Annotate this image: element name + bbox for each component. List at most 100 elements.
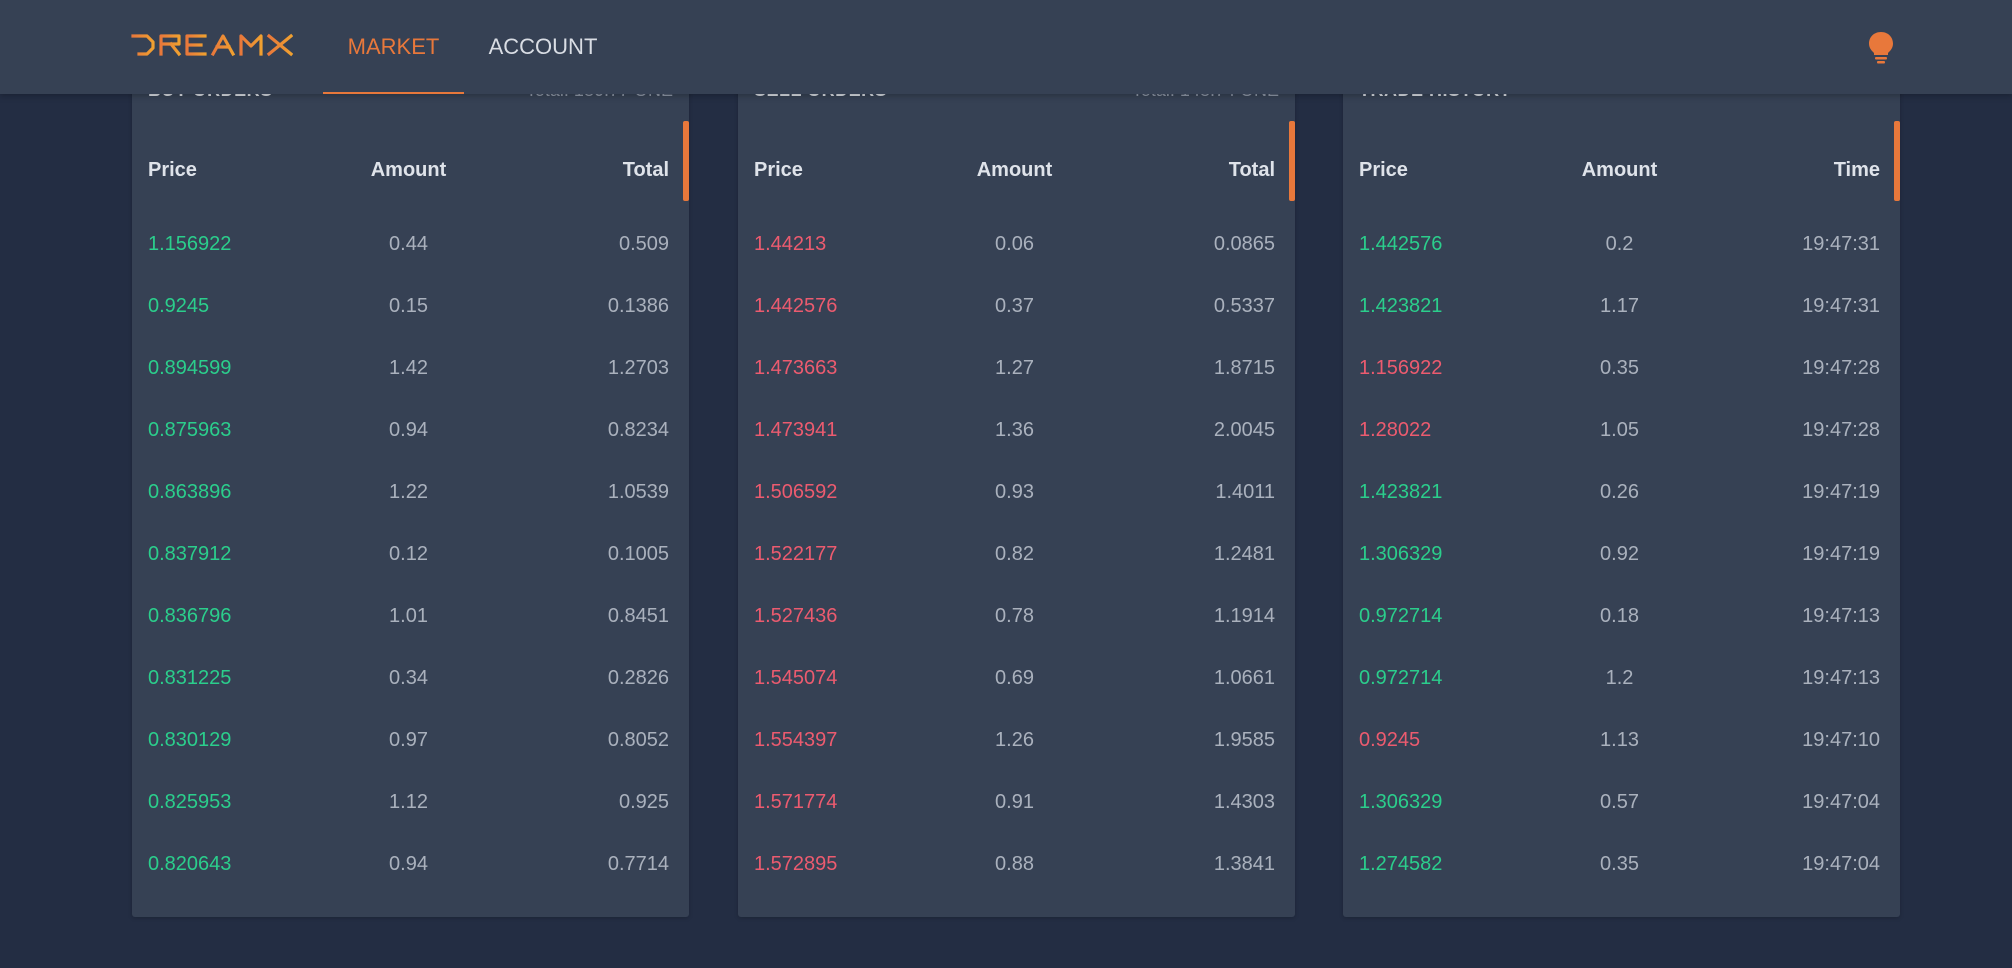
table-row[interactable]: 1.442576 0.37 0.5337: [754, 275, 1275, 337]
table-row[interactable]: 1.527436 0.78 1.1914: [754, 585, 1275, 647]
amount-cell: 0.94: [389, 418, 428, 441]
total-cell: 0.7714: [607, 852, 670, 875]
table-row[interactable]: 0.825953 1.12 0.925: [148, 771, 669, 833]
table-row[interactable]: 0.831225 0.34 0.2826: [148, 647, 669, 709]
lightbulb-icon[interactable]: [1866, 30, 1896, 64]
amount-cell: 1.27: [995, 356, 1034, 379]
price-cell: 0.831225: [148, 666, 232, 689]
total-cell: 0.8234: [607, 418, 670, 441]
table-row[interactable]: 1.423821 1.17 19:47:31: [1359, 275, 1880, 337]
total-cell: 0.925: [618, 790, 670, 813]
price-cell: 1.442576: [754, 294, 838, 317]
table-header: Price Amount Total: [148, 140, 669, 200]
table-row[interactable]: 1.274582 0.35 19:47:04: [1359, 833, 1880, 895]
scrollbar-thumb[interactable]: [1894, 121, 1900, 201]
column-header-amount: Amount: [1581, 158, 1658, 181]
price-cell: 1.571774: [754, 790, 838, 813]
table-row[interactable]: 0.830129 0.97 0.8052: [148, 709, 669, 771]
total-cell: 1.8279: [1101, 915, 1275, 918]
price-cell: 1.522177: [754, 542, 838, 565]
table-row[interactable]: 1.156922 0.44 0.509: [148, 213, 669, 275]
price-cell: 0.972714: [1359, 604, 1443, 627]
total-cell: 0.1005: [607, 542, 670, 565]
table-row[interactable]: 0.875963 0.94 0.8234: [148, 399, 669, 461]
table-row[interactable]: 0.863896 1.22 1.0539: [148, 461, 669, 523]
table-row[interactable]: 1.522177 0.82 1.2481: [754, 523, 1275, 585]
price-cell: 1.473941: [754, 418, 838, 441]
total-cell: 1.0661: [1213, 666, 1276, 689]
table-row[interactable]: 1.506592 0.93 1.4011: [754, 461, 1275, 523]
table-row[interactable]: 1.5757961.161.8279: [754, 895, 1275, 918]
table-row[interactable]: 0.820643 0.94 0.7714: [148, 833, 669, 895]
amount-cell: 0.12: [389, 542, 428, 565]
amount-cell: 0.2: [1605, 232, 1634, 255]
table-row[interactable]: 1.473663 1.27 1.8715: [754, 337, 1275, 399]
nav-market[interactable]: MARKET: [323, 0, 464, 94]
price-cell: 0.836796: [148, 604, 232, 627]
amount-cell: 1.05: [1600, 418, 1639, 441]
price-cell: 0.972714: [1359, 666, 1443, 689]
amount-cell: 0.94: [389, 852, 428, 875]
column-header-time: Time: [1833, 158, 1881, 181]
column-header-price: Price: [148, 158, 197, 181]
table-header: Price Amount Time: [1359, 140, 1880, 200]
amount-cell: 0.78: [995, 604, 1034, 627]
price-cell: 1.156922: [148, 232, 232, 255]
table-row[interactable]: 1.571774 0.91 1.4303: [754, 771, 1275, 833]
price-cell: 1.545074: [754, 666, 838, 689]
table-row[interactable]: 1.0550180.2619:47:04: [1359, 895, 1880, 918]
price-cell: 1.28022: [1359, 418, 1432, 441]
table-row[interactable]: 1.28022 1.05 19:47:28: [1359, 399, 1880, 461]
total-cell: 1.0539: [607, 480, 670, 503]
table-row[interactable]: 1.554397 1.26 1.9585: [754, 709, 1275, 771]
total-cell: 1.9585: [1213, 728, 1276, 751]
table-row[interactable]: 1.442576 0.2 19:47:31: [1359, 213, 1880, 275]
amount-cell: 1.42: [389, 356, 428, 379]
amount-cell: 0.82: [995, 542, 1034, 565]
total-cell: 0.1386: [607, 294, 670, 317]
dreamx-logo[interactable]: [131, 33, 293, 57]
table-row[interactable]: 1.44213 0.06 0.0865: [754, 213, 1275, 275]
table-row[interactable]: 0.9245 1.13 19:47:10: [1359, 709, 1880, 771]
amount-cell: 0.37: [995, 294, 1034, 317]
price-cell: 0.830129: [148, 728, 232, 751]
table-row[interactable]: 0.972714 0.18 19:47:13: [1359, 585, 1880, 647]
table-row[interactable]: 1.306329 0.57 19:47:04: [1359, 771, 1880, 833]
price-cell: 1.575796: [754, 915, 928, 918]
table-row[interactable]: 1.306329 0.92 19:47:19: [1359, 523, 1880, 585]
total-cell: 2.0045: [1213, 418, 1276, 441]
table-row[interactable]: 0.894599 1.42 1.2703: [148, 337, 669, 399]
scrollbar-thumb[interactable]: [683, 121, 689, 201]
time-cell: 19:47:28: [1802, 356, 1881, 379]
price-cell: 0.875963: [148, 418, 232, 441]
amount-cell: 1.26: [995, 728, 1034, 751]
nav-account[interactable]: ACCOUNT: [474, 0, 612, 94]
active-tab-indicator: [323, 92, 464, 94]
sell-orders-list: 1.44213 0.06 0.0865 1.442576 0.37 0.5337 1.473…: [754, 213, 1275, 918]
total-cell: 1.2703: [607, 356, 670, 379]
total-cell: 0.2826: [607, 666, 670, 689]
amount-cell: 1.49: [322, 915, 496, 918]
table-row[interactable]: 1.156922 0.35 19:47:28: [1359, 337, 1880, 399]
amount-cell: 0.35: [1600, 356, 1639, 379]
trade-history-panel: TRADE HISTORY Price Amount Time 1.442576…: [1343, 60, 1900, 917]
amount-cell: 0.93: [995, 480, 1034, 503]
table-row[interactable]: 1.572895 0.88 1.3841: [754, 833, 1275, 895]
table-row[interactable]: 0.837912 0.12 0.1005: [148, 523, 669, 585]
scrollbar-thumb[interactable]: [1289, 121, 1295, 201]
table-row[interactable]: 0.972714 1.2 19:47:13: [1359, 647, 1880, 709]
total-cell: 0.8451: [607, 604, 670, 627]
table-row[interactable]: 1.545074 0.69 1.0661: [754, 647, 1275, 709]
time-cell: 19:47:10: [1802, 728, 1881, 751]
price-cell: 0.9245: [148, 294, 210, 317]
buy-orders-list: 1.156922 0.44 0.509 0.9245 0.15 0.1386 0.89459…: [148, 213, 669, 918]
total-cell: 0.509: [618, 232, 670, 255]
price-cell: 1.156922: [1359, 356, 1443, 379]
price-cell: 0.9245: [1359, 728, 1421, 751]
price-cell: 1.473663: [754, 356, 838, 379]
table-row[interactable]: 0.8121691.491.2101: [148, 895, 669, 918]
table-row[interactable]: 0.836796 1.01 0.8451: [148, 585, 669, 647]
table-row[interactable]: 1.473941 1.36 2.0045: [754, 399, 1275, 461]
table-row[interactable]: 0.9245 0.15 0.1386: [148, 275, 669, 337]
table-row[interactable]: 1.423821 0.26 19:47:19: [1359, 461, 1880, 523]
